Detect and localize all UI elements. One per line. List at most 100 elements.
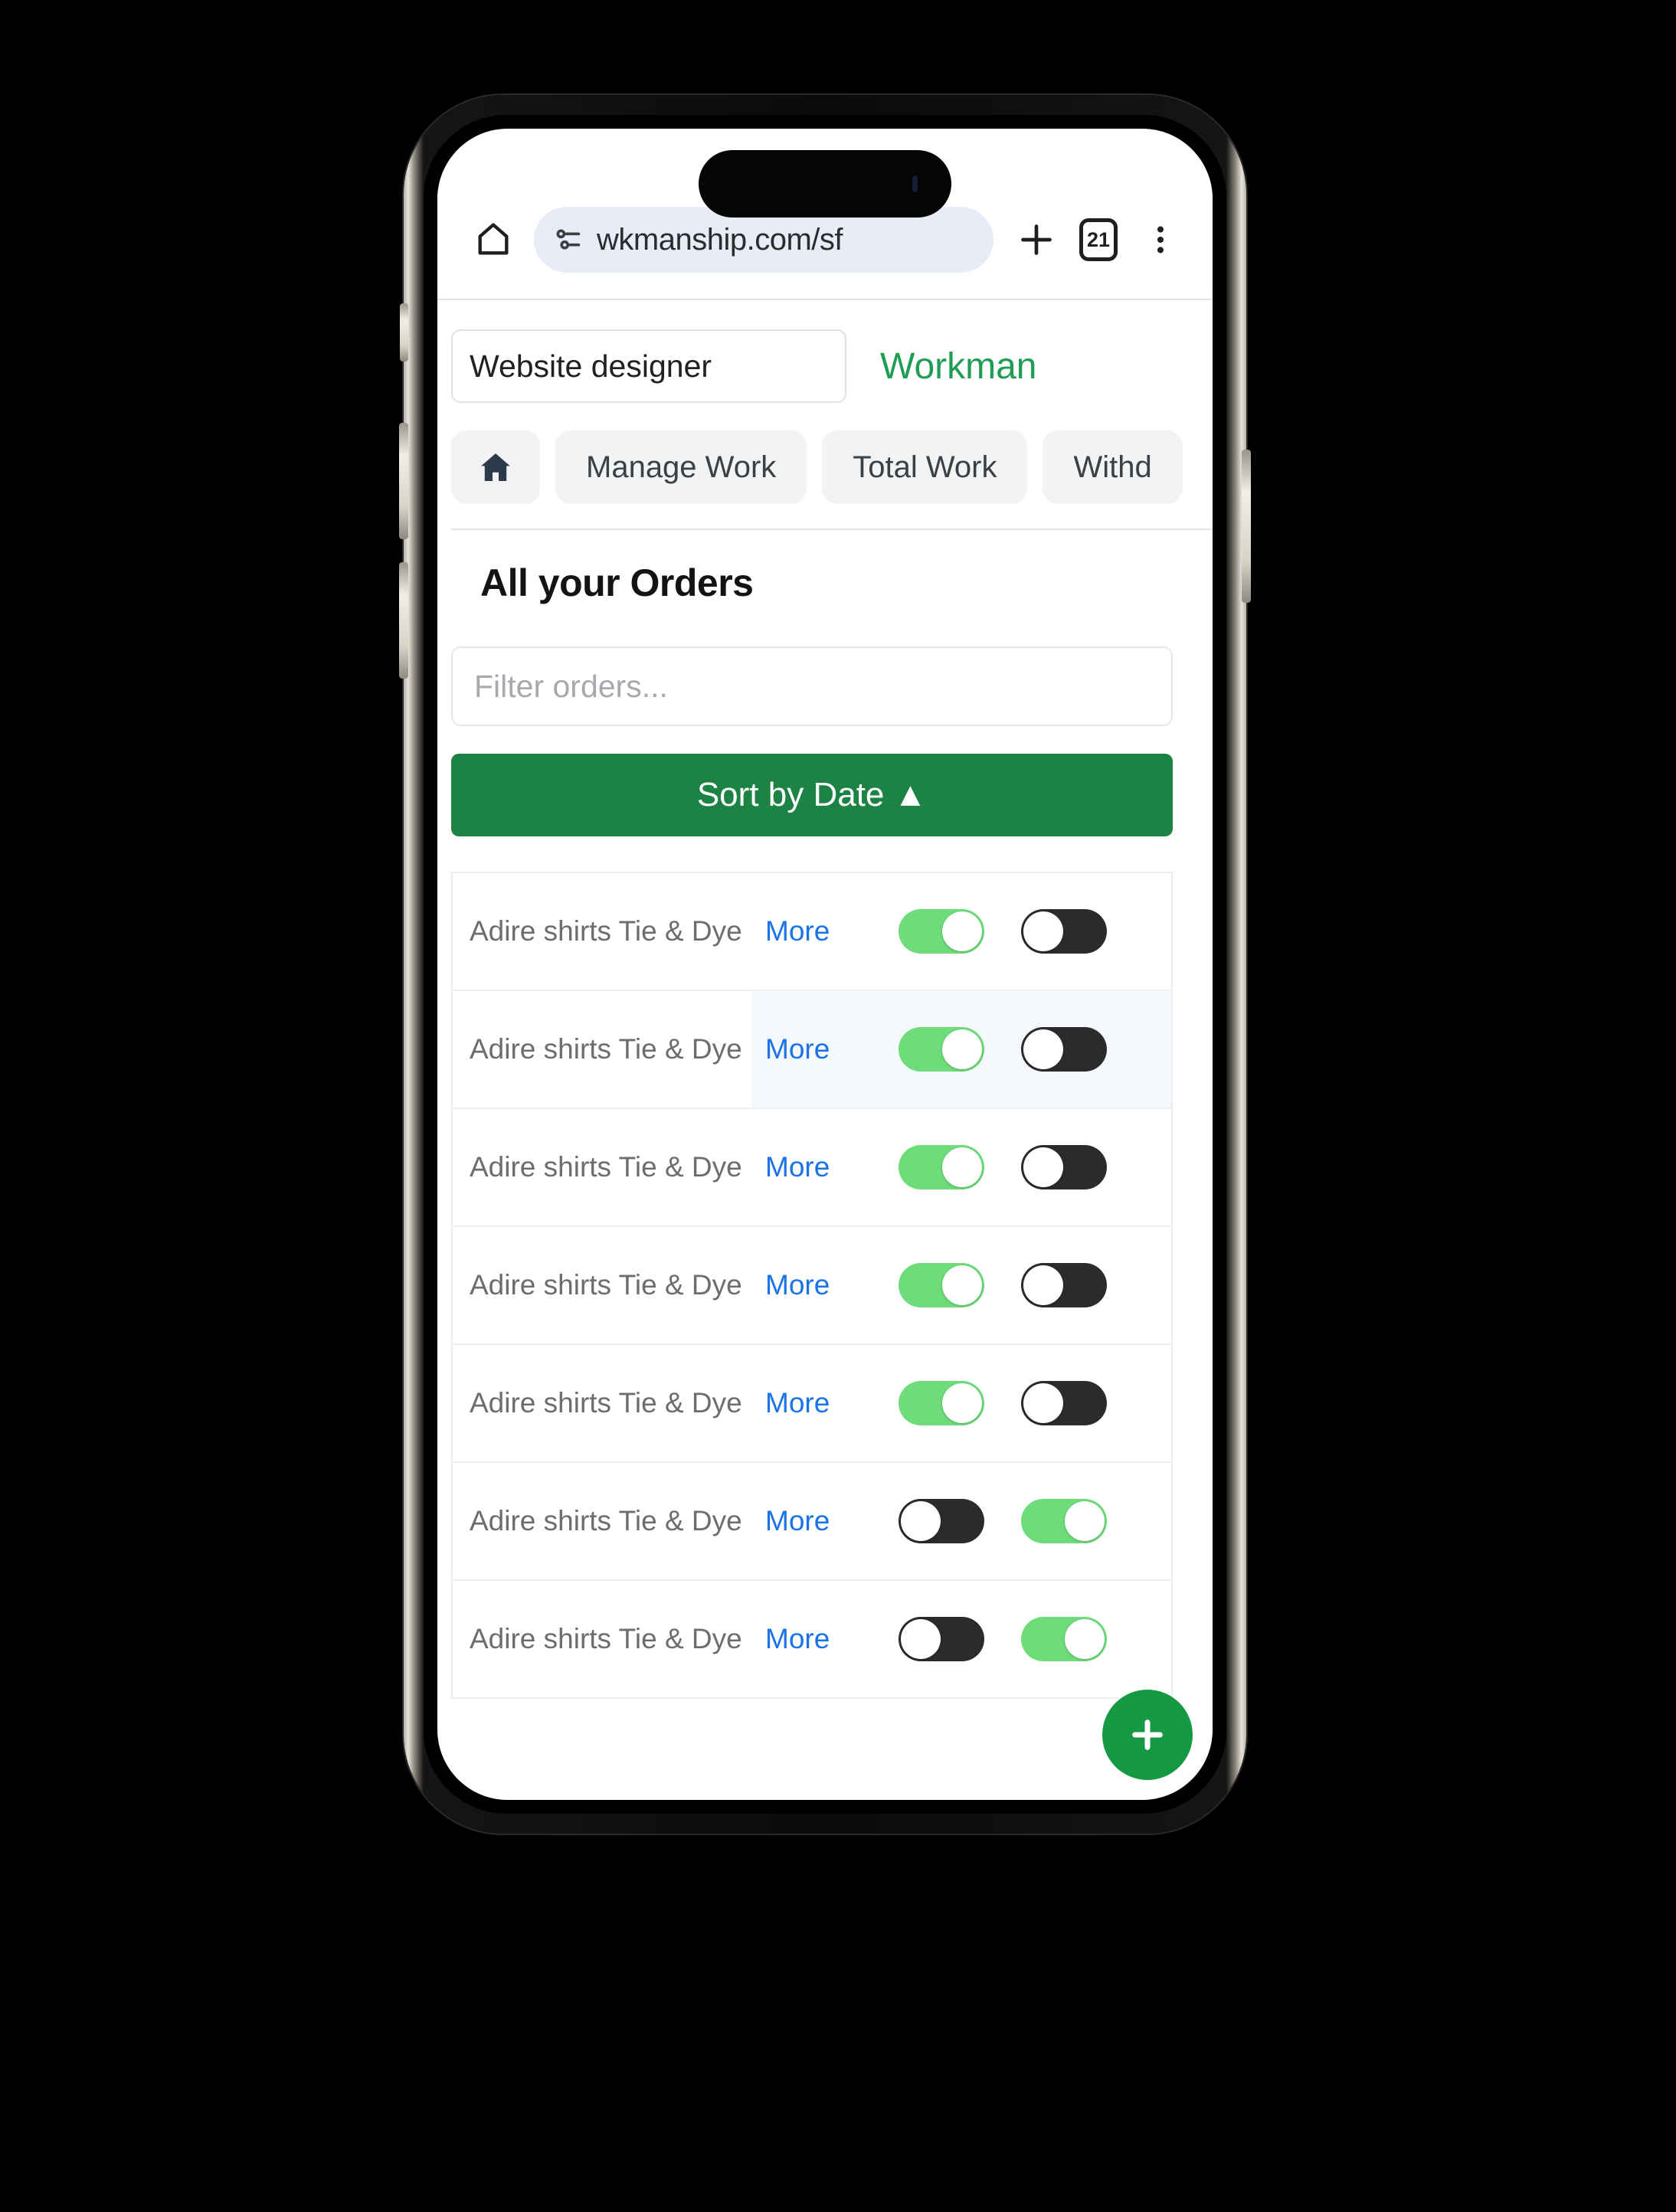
toggle-knob xyxy=(901,1501,941,1541)
order-name: Adire shirts Tie & Dye xyxy=(470,1269,742,1301)
toggle-knob xyxy=(942,1265,982,1305)
toggle-knob xyxy=(942,1383,982,1423)
table-row[interactable]: Adire shirts Tie & Dye More xyxy=(453,873,1171,991)
order-name: Adire shirts Tie & Dye xyxy=(470,1505,742,1536)
toggle-cell-a xyxy=(880,1145,1003,1189)
order-more-link[interactable]: More xyxy=(765,1269,880,1301)
site-nav-tabs: Manage Work Total Work Withd xyxy=(437,403,1213,528)
more-vertical-icon xyxy=(1157,226,1164,254)
order-name: Adire shirts Tie & Dye xyxy=(470,1623,742,1654)
toggle-knob xyxy=(1023,1029,1063,1069)
table-row[interactable]: Adire shirts Tie & Dye More xyxy=(453,991,1171,1109)
tab-switcher-button[interactable]: 21 xyxy=(1066,207,1131,273)
toggle-cell-b xyxy=(1003,1263,1125,1307)
toggle-knob xyxy=(942,1147,982,1187)
toggle-cell-b xyxy=(1003,1617,1125,1661)
toggle-cell-a xyxy=(880,1027,1003,1072)
new-tab-button[interactable] xyxy=(1007,207,1066,273)
order-toggle-a[interactable] xyxy=(899,1499,984,1543)
row-controls: More xyxy=(751,1345,1171,1461)
table-row[interactable]: Adire shirts Tie & Dye More xyxy=(453,1345,1171,1463)
filter-orders-input[interactable] xyxy=(451,646,1173,726)
toggle-knob xyxy=(1065,1501,1105,1541)
nav-tab-withdraw[interactable]: Withd xyxy=(1043,430,1183,504)
row-controls: More xyxy=(751,991,1171,1108)
order-toggle-b[interactable] xyxy=(1021,1617,1107,1661)
plus-icon xyxy=(1132,1720,1163,1750)
toggle-cell-a xyxy=(880,1617,1003,1661)
order-more-link[interactable]: More xyxy=(765,1623,880,1655)
table-row[interactable]: Adire shirts Tie & Dye More xyxy=(453,1581,1171,1699)
toggle-knob xyxy=(901,1619,941,1659)
nav-tab-home[interactable] xyxy=(451,430,540,504)
table-row[interactable]: Adire shirts Tie & Dye More xyxy=(453,1227,1171,1345)
dynamic-island xyxy=(699,150,951,218)
order-name: Adire shirts Tie & Dye xyxy=(470,915,742,947)
sort-by-date-button[interactable]: Sort by Date ▲ xyxy=(451,754,1173,836)
toggle-cell-a xyxy=(880,909,1003,954)
table-row[interactable]: Adire shirts Tie & Dye More xyxy=(453,1109,1171,1227)
orders-table: Adire shirts Tie & Dye More Adire shirts… xyxy=(451,872,1173,1699)
volume-down-button[interactable] xyxy=(399,562,408,679)
page-title: All your Orders xyxy=(480,561,754,604)
browser-home-button[interactable] xyxy=(460,207,526,273)
order-more-link[interactable]: More xyxy=(765,1387,880,1419)
order-toggle-a[interactable] xyxy=(899,1381,984,1425)
order-toggle-a[interactable] xyxy=(899,1617,984,1661)
order-toggle-b[interactable] xyxy=(1021,1381,1107,1425)
home-icon xyxy=(478,223,509,255)
row-controls: More xyxy=(751,1463,1171,1579)
toggle-knob xyxy=(942,911,982,951)
phone-device-frame: wkmanship.com/sf 21 Website designer Wor… xyxy=(399,95,1251,1834)
toggle-cell-a xyxy=(880,1499,1003,1543)
toggle-cell-b xyxy=(1003,1381,1125,1425)
front-camera-sensor xyxy=(912,175,918,192)
power-button[interactable] xyxy=(1242,450,1251,603)
toggle-cell-b xyxy=(1003,1145,1125,1189)
order-toggle-a[interactable] xyxy=(899,1145,984,1189)
toggle-knob xyxy=(1023,1383,1063,1423)
toolbar-divider xyxy=(437,299,1213,300)
order-toggle-b[interactable] xyxy=(1021,909,1107,954)
order-toggle-a[interactable] xyxy=(899,1263,984,1307)
row-controls: More xyxy=(751,1109,1171,1225)
order-name: Adire shirts Tie & Dye xyxy=(470,1387,742,1418)
toggle-cell-b xyxy=(1003,1027,1125,1072)
order-toggle-a[interactable] xyxy=(899,1027,984,1072)
toggle-knob xyxy=(1065,1619,1105,1659)
browser-overflow-menu-button[interactable] xyxy=(1131,207,1190,273)
site-brand-name: Workman xyxy=(880,345,1037,387)
orders-panel: All your Orders Sort by Date ▲ Adire shi… xyxy=(451,530,1213,1699)
toggle-cell-b xyxy=(1003,1499,1125,1543)
mute-switch-button[interactable] xyxy=(400,303,408,362)
order-more-link[interactable]: More xyxy=(765,1505,880,1537)
toggle-knob xyxy=(1023,911,1063,951)
row-controls: More xyxy=(751,1227,1171,1343)
order-toggle-a[interactable] xyxy=(899,909,984,954)
nav-tab-manage-work[interactable]: Manage Work xyxy=(555,430,807,504)
order-toggle-b[interactable] xyxy=(1021,1145,1107,1189)
search-input[interactable] xyxy=(453,331,845,401)
order-name: Adire shirts Tie & Dye xyxy=(470,1033,742,1065)
add-order-fab-button[interactable] xyxy=(1102,1690,1193,1780)
toggle-knob xyxy=(1023,1265,1063,1305)
order-more-link[interactable]: More xyxy=(765,1033,880,1065)
home-icon xyxy=(481,453,510,481)
order-toggle-b[interactable] xyxy=(1021,1027,1107,1072)
volume-up-button[interactable] xyxy=(399,423,408,539)
table-row[interactable]: Adire shirts Tie & Dye More xyxy=(453,1463,1171,1581)
nav-tab-total-work[interactable]: Total Work xyxy=(822,430,1028,504)
order-more-link[interactable]: More xyxy=(765,915,880,947)
order-more-link[interactable]: More xyxy=(765,1151,880,1183)
web-page-content: Workman Manage Work Total Work Withd All… xyxy=(437,300,1213,1800)
phone-screen: wkmanship.com/sf 21 Website designer Wor… xyxy=(437,129,1213,1800)
order-toggle-b[interactable] xyxy=(1021,1499,1107,1543)
order-name: Adire shirts Tie & Dye xyxy=(470,1151,742,1183)
toggle-cell-a xyxy=(880,1381,1003,1425)
toggle-cell-b xyxy=(1003,909,1125,954)
page-info-icon xyxy=(556,229,581,250)
site-search-row: Workman xyxy=(437,300,1213,403)
toggle-knob xyxy=(942,1029,982,1069)
order-toggle-b[interactable] xyxy=(1021,1263,1107,1307)
row-controls: More xyxy=(751,873,1171,990)
